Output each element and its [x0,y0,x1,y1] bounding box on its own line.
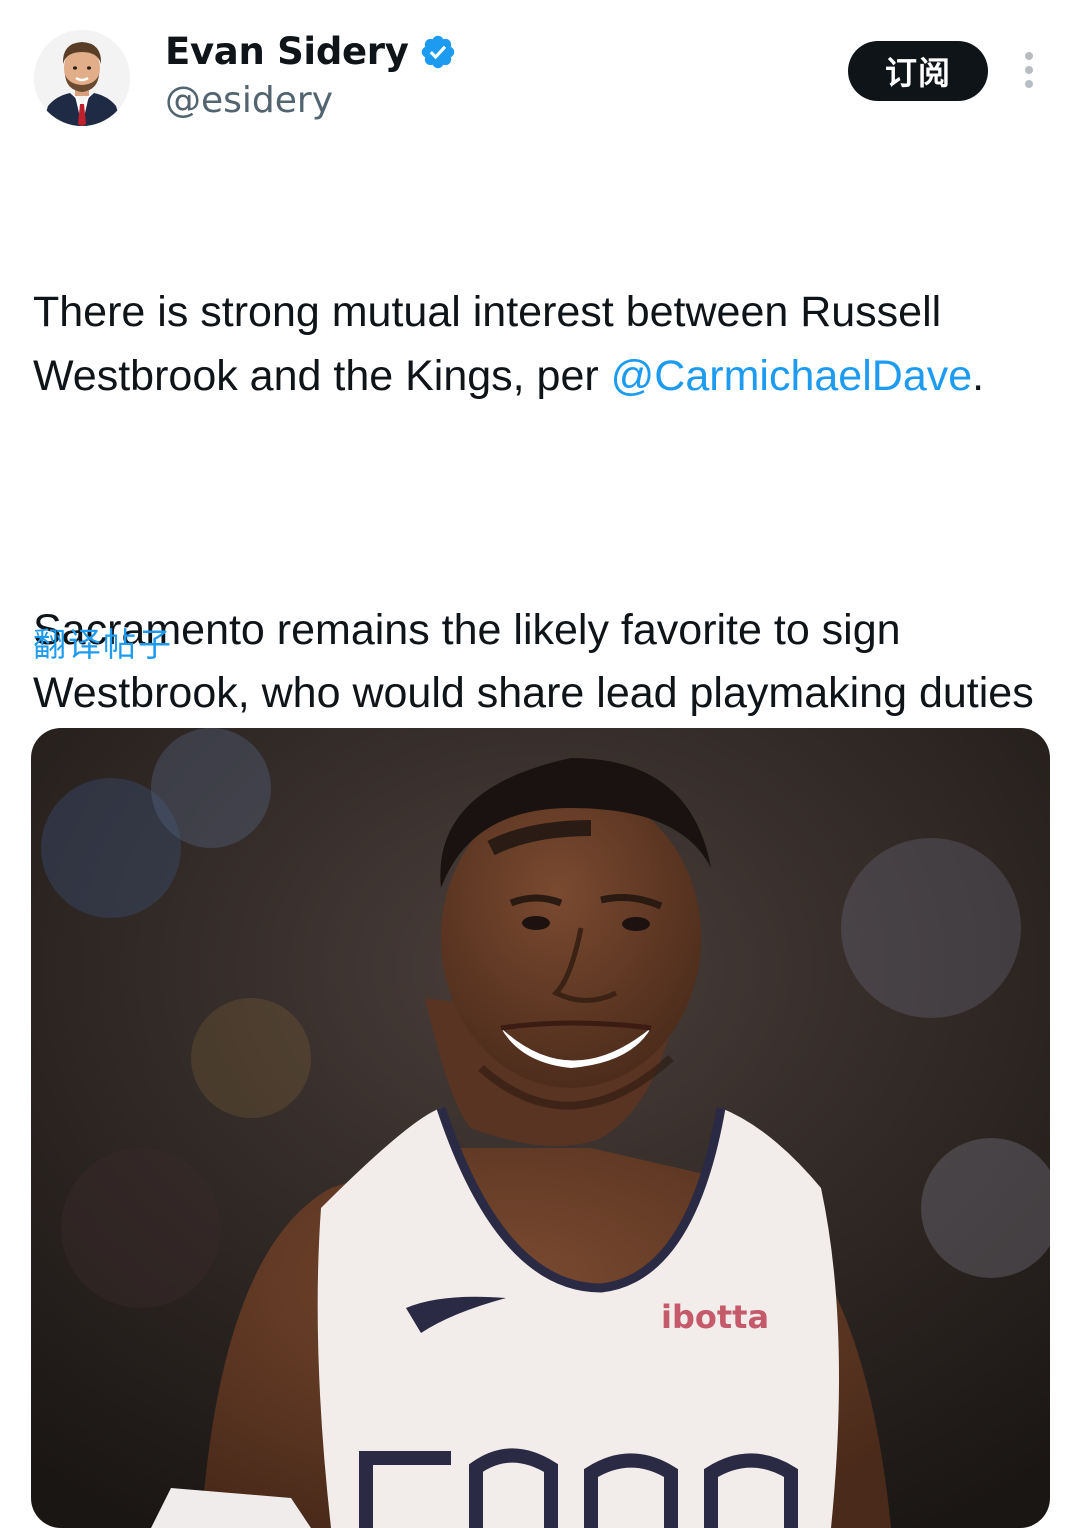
mention-link[interactable]: @CarmichaelDave [611,352,973,400]
author-handle[interactable]: @esidery [165,80,333,121]
subscribe-button[interactable]: 订阅 [848,41,988,101]
tweet-paragraph-1: There is strong mutual interest between … [33,281,1063,408]
avatar[interactable] [34,30,130,126]
tweet-text-end: . [972,351,985,400]
jersey-sponsor: ibotta [661,1298,769,1336]
author-name[interactable]: Evan Sidery [165,30,409,73]
player-photo: ibotta [31,728,1050,1528]
tweet-media-image[interactable]: ibotta [31,728,1050,1528]
translate-post-link[interactable]: 翻译帖子 [33,618,173,666]
tweet-header: Evan Sidery @esidery 订阅 [0,0,1080,140]
verified-badge-icon [421,35,454,68]
author-name-row[interactable]: Evan Sidery [165,30,457,73]
avatar-image [34,30,130,126]
more-vertical-icon[interactable] [1016,50,1042,90]
